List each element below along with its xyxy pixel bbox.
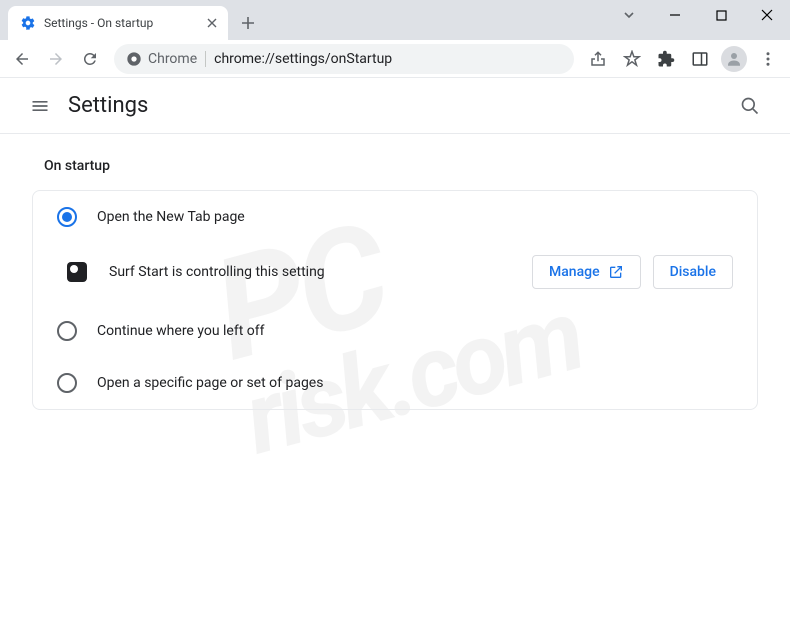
extensions-icon[interactable] xyxy=(650,43,682,75)
browser-toolbar: Chrome chrome://settings/onStartup xyxy=(0,40,790,78)
omnibox-divider xyxy=(205,51,206,67)
disable-button[interactable]: Disable xyxy=(653,255,733,289)
side-panel-icon[interactable] xyxy=(684,43,716,75)
tab-search-icon[interactable] xyxy=(606,0,652,30)
extension-notice-row: Surf Start is controlling this setting M… xyxy=(33,243,757,305)
radio-icon xyxy=(57,207,77,227)
window-controls xyxy=(606,0,790,30)
manage-button[interactable]: Manage xyxy=(532,255,641,289)
external-link-icon xyxy=(608,264,624,280)
site-label: Chrome xyxy=(148,51,197,67)
reload-button[interactable] xyxy=(74,43,106,75)
new-tab-button[interactable] xyxy=(234,9,262,37)
option-new-tab[interactable]: Open the New Tab page xyxy=(33,191,757,243)
chrome-icon xyxy=(126,51,142,67)
share-icon[interactable] xyxy=(582,43,614,75)
radio-icon xyxy=(57,321,77,341)
settings-content: On startup Open the New Tab page Surf St… xyxy=(0,134,790,434)
back-button[interactable] xyxy=(6,43,38,75)
settings-header: Settings xyxy=(0,78,790,134)
menu-icon[interactable] xyxy=(752,43,784,75)
startup-options-card: Open the New Tab page Surf Start is cont… xyxy=(32,190,758,410)
page-title: Settings xyxy=(68,93,148,118)
forward-button[interactable] xyxy=(40,43,72,75)
browser-tab[interactable]: Settings - On startup xyxy=(8,6,228,40)
option-label: Open the New Tab page xyxy=(97,209,733,225)
radio-icon xyxy=(57,373,77,393)
extension-notice-text: Surf Start is controlling this setting xyxy=(109,264,520,280)
option-continue[interactable]: Continue where you left off xyxy=(33,305,757,357)
option-specific-pages[interactable]: Open a specific page or set of pages xyxy=(33,357,757,409)
maximize-button[interactable] xyxy=(698,0,744,30)
minimize-button[interactable] xyxy=(652,0,698,30)
tab-title: Settings - On startup xyxy=(44,16,196,30)
profile-button[interactable] xyxy=(718,43,750,75)
bookmark-icon[interactable] xyxy=(616,43,648,75)
option-label: Continue where you left off xyxy=(97,323,733,339)
option-label: Open a specific page or set of pages xyxy=(97,375,733,391)
hamburger-menu-button[interactable] xyxy=(20,86,60,126)
section-title: On startup xyxy=(44,158,758,174)
close-window-button[interactable] xyxy=(744,0,790,30)
close-tab-icon[interactable] xyxy=(204,15,220,31)
search-settings-button[interactable] xyxy=(730,86,770,126)
url-text: chrome://settings/onStartup xyxy=(214,51,392,67)
settings-gear-icon xyxy=(20,15,36,31)
extension-icon xyxy=(67,262,87,282)
tab-strip: Settings - On startup xyxy=(0,0,790,40)
avatar-icon xyxy=(721,46,747,72)
address-bar[interactable]: Chrome chrome://settings/onStartup xyxy=(114,44,574,74)
